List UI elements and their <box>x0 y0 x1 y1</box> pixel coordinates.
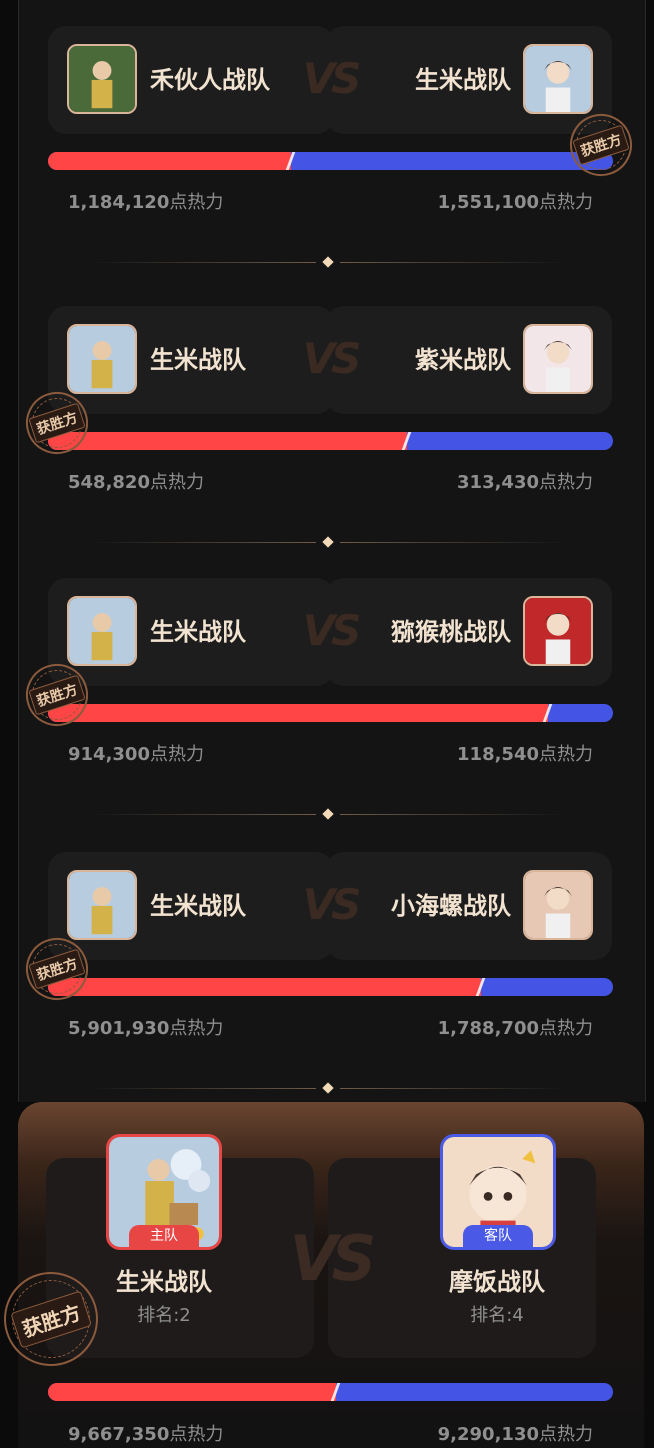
divider-line <box>88 542 316 543</box>
home-score-unit: 点热力 <box>169 1424 224 1445</box>
right-team-avatar[interactable] <box>523 870 593 940</box>
left-score: 914,300点热力 <box>68 740 204 766</box>
left-team-avatar[interactable] <box>67 870 137 940</box>
section-divider <box>88 256 568 270</box>
left-score-unit: 点热力 <box>169 192 224 213</box>
vs-label: VS <box>302 880 362 929</box>
right-score: 313,430点热力 <box>457 468 593 494</box>
right-score-unit: 点热力 <box>539 1018 593 1039</box>
winner-stamp-text: 获胜方 <box>28 402 86 444</box>
left-score: 1,184,120点热力 <box>68 188 223 214</box>
home-score-value: 9,667,350 <box>68 1424 170 1445</box>
home-score: 9,667,350点热力 <box>68 1420 223 1446</box>
score-bar <box>48 432 613 450</box>
home-team-name: 生米战队 <box>116 1268 212 1296</box>
right-team-name: 猕猴桃战队 <box>391 618 511 646</box>
divider-diamond <box>322 808 334 820</box>
right-score-unit: 点热力 <box>539 472 593 493</box>
divider-line <box>88 262 316 263</box>
left-team-name: 生米战队 <box>150 892 246 920</box>
winner-stamp-text: 获胜方 <box>572 124 630 166</box>
away-score: 9,290,130点热力 <box>438 1420 593 1446</box>
final-winner-stamp-text: 获胜方 <box>10 1289 92 1349</box>
home-team-avatar[interactable]: 主队 <box>106 1134 222 1250</box>
home-score-fill <box>48 1383 336 1401</box>
right-score-value: 313,430 <box>457 472 539 493</box>
away-score-unit: 点热力 <box>539 1424 593 1445</box>
right-team-avatar[interactable] <box>523 44 593 114</box>
left-team-name: 禾伙人战队 <box>150 66 270 94</box>
left-score-fill <box>48 704 548 722</box>
away-team-name: 摩饭战队 <box>449 1268 545 1296</box>
left-team-avatar[interactable] <box>67 324 137 394</box>
divider-line <box>340 1088 568 1089</box>
divider-line <box>340 542 568 543</box>
left-team-avatar[interactable] <box>67 596 137 666</box>
left-score-value: 5,901,930 <box>68 1018 170 1039</box>
right-score-value: 1,551,100 <box>437 192 539 213</box>
left-score-unit: 点热力 <box>149 744 204 765</box>
left-score: 5,901,930点热力 <box>68 1014 223 1040</box>
left-score-fill <box>48 432 407 450</box>
left-score-fill <box>48 978 481 996</box>
right-team-name: 生米战队 <box>415 66 511 94</box>
section-divider <box>88 1082 568 1096</box>
vs-label: VS <box>302 54 362 103</box>
left-team-name: 生米战队 <box>150 618 246 646</box>
divider-diamond <box>322 256 334 268</box>
score-bar <box>48 978 613 996</box>
left-score-unit: 点热力 <box>149 472 204 493</box>
right-score: 1,551,100点热力 <box>438 188 593 214</box>
left-score-value: 548,820 <box>68 472 150 493</box>
left-score: 548,820点热力 <box>68 468 204 494</box>
vs-label: VS <box>302 606 362 655</box>
score-bar <box>48 152 613 170</box>
divider-line <box>88 814 316 815</box>
left-score-fill <box>48 152 291 170</box>
right-score: 118,540点热力 <box>457 740 593 766</box>
winner-stamp-text: 获胜方 <box>28 948 86 990</box>
divider-line <box>88 1088 316 1089</box>
left-team-avatar[interactable] <box>67 44 137 114</box>
left-score-unit: 点热力 <box>169 1018 224 1039</box>
right-score: 1,788,700点热力 <box>438 1014 593 1040</box>
away-team-avatar[interactable]: 客队 <box>440 1134 556 1250</box>
left-score-value: 1,184,120 <box>68 192 170 213</box>
divider-line <box>340 262 568 263</box>
away-badge: 客队 <box>463 1225 533 1247</box>
left-team-name: 生米战队 <box>150 346 246 374</box>
divider-diamond <box>322 1082 334 1094</box>
right-score-unit: 点热力 <box>539 192 593 213</box>
score-bar <box>48 704 613 722</box>
home-badge: 主队 <box>129 1225 199 1247</box>
winner-stamp-text: 获胜方 <box>28 674 86 716</box>
right-team-avatar[interactable] <box>523 596 593 666</box>
right-score-value: 1,788,700 <box>437 1018 539 1039</box>
section-divider <box>88 536 568 550</box>
section-divider <box>88 808 568 822</box>
right-team-avatar[interactable] <box>523 324 593 394</box>
divider-diamond <box>322 536 334 548</box>
vs-label: VS <box>302 334 362 383</box>
away-team-rank: 排名:4 <box>470 1305 524 1326</box>
final-vs-label: VS <box>289 1222 377 1295</box>
right-score-unit: 点热力 <box>539 744 593 765</box>
right-team-name: 小海螺战队 <box>391 892 511 920</box>
left-score-value: 914,300 <box>68 744 150 765</box>
final-score-bar <box>48 1383 613 1401</box>
right-team-name: 紫米战队 <box>415 346 511 374</box>
right-score-value: 118,540 <box>457 744 539 765</box>
divider-line <box>340 814 568 815</box>
away-score-value: 9,290,130 <box>437 1424 539 1445</box>
